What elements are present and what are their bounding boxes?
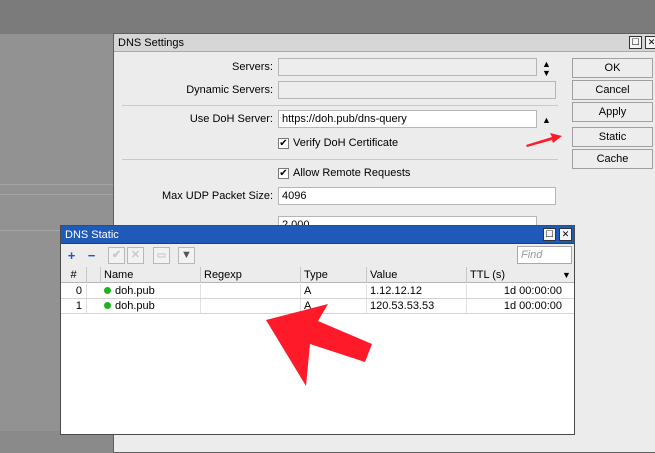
- dns-static-title: DNS Static: [65, 229, 119, 241]
- ok-button[interactable]: OK: [572, 58, 653, 78]
- remove-icon[interactable]: −: [83, 247, 100, 264]
- column-header[interactable]: [87, 267, 101, 283]
- row-ttl: 1d 00:00:00: [503, 285, 562, 297]
- row-name: doh.pub: [101, 299, 201, 313]
- verify-doh-checkbox[interactable]: ✔: [278, 138, 289, 149]
- maximize-icon[interactable]: ☐: [543, 228, 556, 241]
- dynamic-servers-label: Dynamic Servers:: [186, 84, 273, 96]
- row-name: doh.pub: [101, 284, 201, 298]
- close-icon[interactable]: ✕: [559, 228, 572, 241]
- cache-button[interactable]: Cache: [572, 149, 653, 169]
- enabled-icon: [104, 302, 111, 309]
- max-udp-input[interactable]: 4096: [278, 187, 556, 205]
- table-header: # Name Regexp Type Value TTL (s) ▼: [61, 267, 574, 283]
- column-header[interactable]: Type: [301, 267, 367, 283]
- dns-settings-titlebar[interactable]: DNS Settings ☐ ✕: [114, 34, 655, 52]
- toolbar: + − ✔ ✕ ▭ ▼ Find: [61, 244, 574, 267]
- max-udp-label: Max UDP Packet Size:: [161, 190, 273, 202]
- columns-menu-icon[interactable]: ▼: [559, 267, 574, 283]
- find-input[interactable]: Find: [517, 246, 572, 264]
- static-button[interactable]: Static: [572, 127, 653, 147]
- table-row[interactable]: 0 doh.pub A 1.12.12.12 1d 00:00:00: [61, 284, 574, 298]
- column-header[interactable]: Value: [367, 267, 467, 283]
- close-icon[interactable]: ✕: [645, 36, 655, 49]
- dns-settings-title: DNS Settings: [118, 37, 185, 49]
- dynamic-servers-field: [278, 81, 556, 99]
- filter-icon[interactable]: ▼: [178, 247, 195, 264]
- apply-button[interactable]: Apply: [572, 102, 653, 122]
- column-header[interactable]: TTL (s): [467, 267, 560, 283]
- dns-static-window: DNS Static ☐ ✕ + − ✔ ✕ ▭ ▼ Find # Name R…: [60, 225, 575, 435]
- row-type: A: [301, 299, 367, 313]
- row-value: 120.53.53.53: [367, 299, 467, 313]
- column-header[interactable]: Name: [101, 267, 201, 283]
- verify-doh-label: Verify DoH Certificate: [293, 137, 399, 149]
- disable-icon[interactable]: ✕: [127, 247, 144, 264]
- column-header[interactable]: Regexp: [201, 267, 301, 283]
- allow-remote-checkbox[interactable]: ✔: [278, 168, 289, 179]
- dns-static-titlebar[interactable]: DNS Static ☐ ✕: [61, 226, 574, 244]
- row-index: 0: [61, 284, 87, 298]
- row-type: A: [301, 284, 367, 298]
- enable-icon[interactable]: ✔: [108, 247, 125, 264]
- doh-server-label: Use DoH Server:: [189, 113, 273, 125]
- servers-label: Servers:: [232, 61, 273, 73]
- row-divider: [61, 313, 574, 314]
- name-text: doh.pub: [115, 285, 155, 297]
- doh-collapse-icon[interactable]: ▲: [542, 116, 551, 125]
- allow-remote-label: Allow Remote Requests: [293, 167, 411, 179]
- name-text: doh.pub: [115, 300, 155, 312]
- row-ttl: 1d 00:00:00: [503, 300, 562, 312]
- row-regexp: [201, 299, 301, 313]
- desktop-background: [0, 0, 655, 34]
- maximize-icon[interactable]: ☐: [629, 36, 642, 49]
- doh-server-input[interactable]: https://doh.pub/dns-query: [278, 110, 537, 128]
- cancel-button[interactable]: Cancel: [572, 80, 653, 100]
- table-row[interactable]: 1 doh.pub A 120.53.53.53 1d 00:00:00: [61, 299, 574, 313]
- row-regexp: [201, 284, 301, 298]
- row-index: 1: [61, 299, 87, 313]
- separator: [122, 159, 558, 160]
- servers-field[interactable]: [278, 58, 537, 76]
- add-icon[interactable]: +: [63, 247, 80, 264]
- column-header[interactable]: #: [61, 267, 87, 283]
- servers-expand-icon[interactable]: ▲ ▼: [542, 60, 551, 78]
- comment-icon[interactable]: ▭: [153, 247, 170, 264]
- separator: [122, 105, 558, 106]
- enabled-icon: [104, 287, 111, 294]
- row-value: 1.12.12.12: [367, 284, 467, 298]
